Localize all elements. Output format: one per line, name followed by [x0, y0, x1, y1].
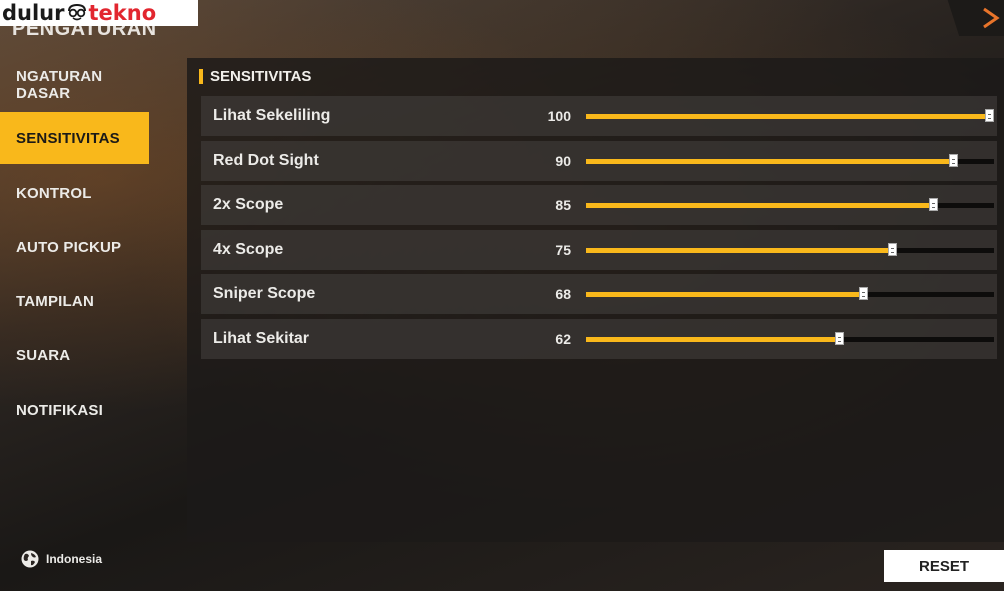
sidebar-item-label: SENSITIVITAS: [16, 129, 120, 147]
slider-fill: [586, 159, 954, 164]
close-button[interactable]: [947, 0, 1004, 36]
setting-label: Red Dot Sight: [213, 152, 319, 169]
sidebar-item-label: NGATURAN DASAR: [16, 68, 103, 102]
setting-label: 4x Scope: [213, 241, 284, 258]
sidebar-item-ngaturan-dasar[interactable]: NGATURAN DASAR: [0, 59, 149, 111]
setting-row-4x-scope: 4x Scope 75: [201, 230, 997, 270]
sensitivity-slider[interactable]: [586, 109, 994, 122]
setting-value: 75: [555, 242, 571, 258]
sidebar-item-auto-pickup[interactable]: AUTO PICKUP: [0, 221, 149, 273]
slider-thumb[interactable]: [859, 287, 869, 300]
setting-row-red-dot-sight: Red Dot Sight 90: [201, 141, 997, 181]
sidebar-item-label: KONTROL: [16, 184, 92, 202]
setting-row-2x-scope: 2x Scope 85: [201, 185, 997, 225]
sidebar-item-kontrol[interactable]: KONTROL: [0, 167, 149, 219]
slider-fill: [586, 248, 892, 253]
setting-row-sniper-scope: Sniper Scope 68: [201, 274, 997, 314]
watermark-text-part2: tekno: [88, 1, 157, 25]
language-label: Indonesia: [46, 552, 103, 566]
sensitivity-slider[interactable]: [586, 198, 994, 211]
close-icon: [983, 7, 1000, 29]
glasses-face-icon: [67, 3, 86, 21]
slider-fill: [586, 292, 864, 297]
globe-icon: [21, 550, 39, 568]
slider-thumb[interactable]: [949, 154, 959, 167]
sensitivity-slider[interactable]: [586, 332, 994, 345]
setting-row-lihat-sekeliling: Lihat Sekeliling 100: [201, 96, 997, 136]
sidebar-item-label: SUARA: [16, 346, 71, 364]
title-accent-bar: [199, 69, 203, 84]
slider-thumb[interactable]: [834, 332, 844, 345]
setting-value: 90: [555, 153, 571, 169]
language-selector[interactable]: Indonesia: [20, 549, 102, 569]
sensitivity-slider[interactable]: [586, 287, 994, 300]
setting-value: 85: [555, 197, 571, 213]
reset-button[interactable]: RESET: [884, 550, 1004, 582]
setting-row-lihat-sekitar: Lihat Sekitar 62: [201, 319, 997, 359]
sidebar-item-sensitivitas[interactable]: SENSITIVITAS: [0, 112, 149, 164]
setting-value: 100: [547, 108, 571, 124]
sidebar-item-tampilan[interactable]: TAMPILAN: [0, 275, 149, 327]
setting-label: 2x Scope: [213, 196, 284, 213]
setting-label: Lihat Sekeliling: [213, 107, 331, 124]
setting-value: 62: [555, 331, 571, 347]
setting-label: Sniper Scope: [213, 285, 316, 302]
watermark-logo: dulur tekno: [0, 0, 198, 26]
sidebar: NGATURAN DASAR SENSITIVITAS KONTROL AUTO…: [0, 56, 150, 591]
setting-value: 68: [555, 286, 571, 302]
sidebar-item-label: AUTO PICKUP: [16, 238, 122, 256]
sidebar-item-notifikasi[interactable]: NOTIFIKASI: [0, 384, 149, 436]
sidebar-item-label: TAMPILAN: [16, 292, 94, 310]
watermark-text-part1: dulur: [2, 1, 65, 25]
sensitivity-slider[interactable]: [586, 243, 994, 256]
panel-header: SENSITIVITAS: [199, 68, 311, 85]
slider-thumb[interactable]: [928, 198, 938, 211]
setting-label: Lihat Sekitar: [213, 330, 310, 347]
sensitivity-panel: SENSITIVITAS Lihat Sekeliling 100 Red Do…: [187, 58, 1004, 542]
slider-fill: [586, 203, 933, 208]
sensitivity-slider[interactable]: [586, 154, 994, 167]
panel-title: SENSITIVITAS: [210, 68, 312, 85]
sidebar-item-suara[interactable]: SUARA: [0, 329, 149, 381]
sidebar-item-label: NOTIFIKASI: [16, 401, 103, 419]
slider-fill: [586, 337, 839, 342]
slider-thumb[interactable]: [985, 109, 994, 122]
slider-fill: [586, 114, 994, 119]
slider-thumb[interactable]: [888, 243, 897, 256]
